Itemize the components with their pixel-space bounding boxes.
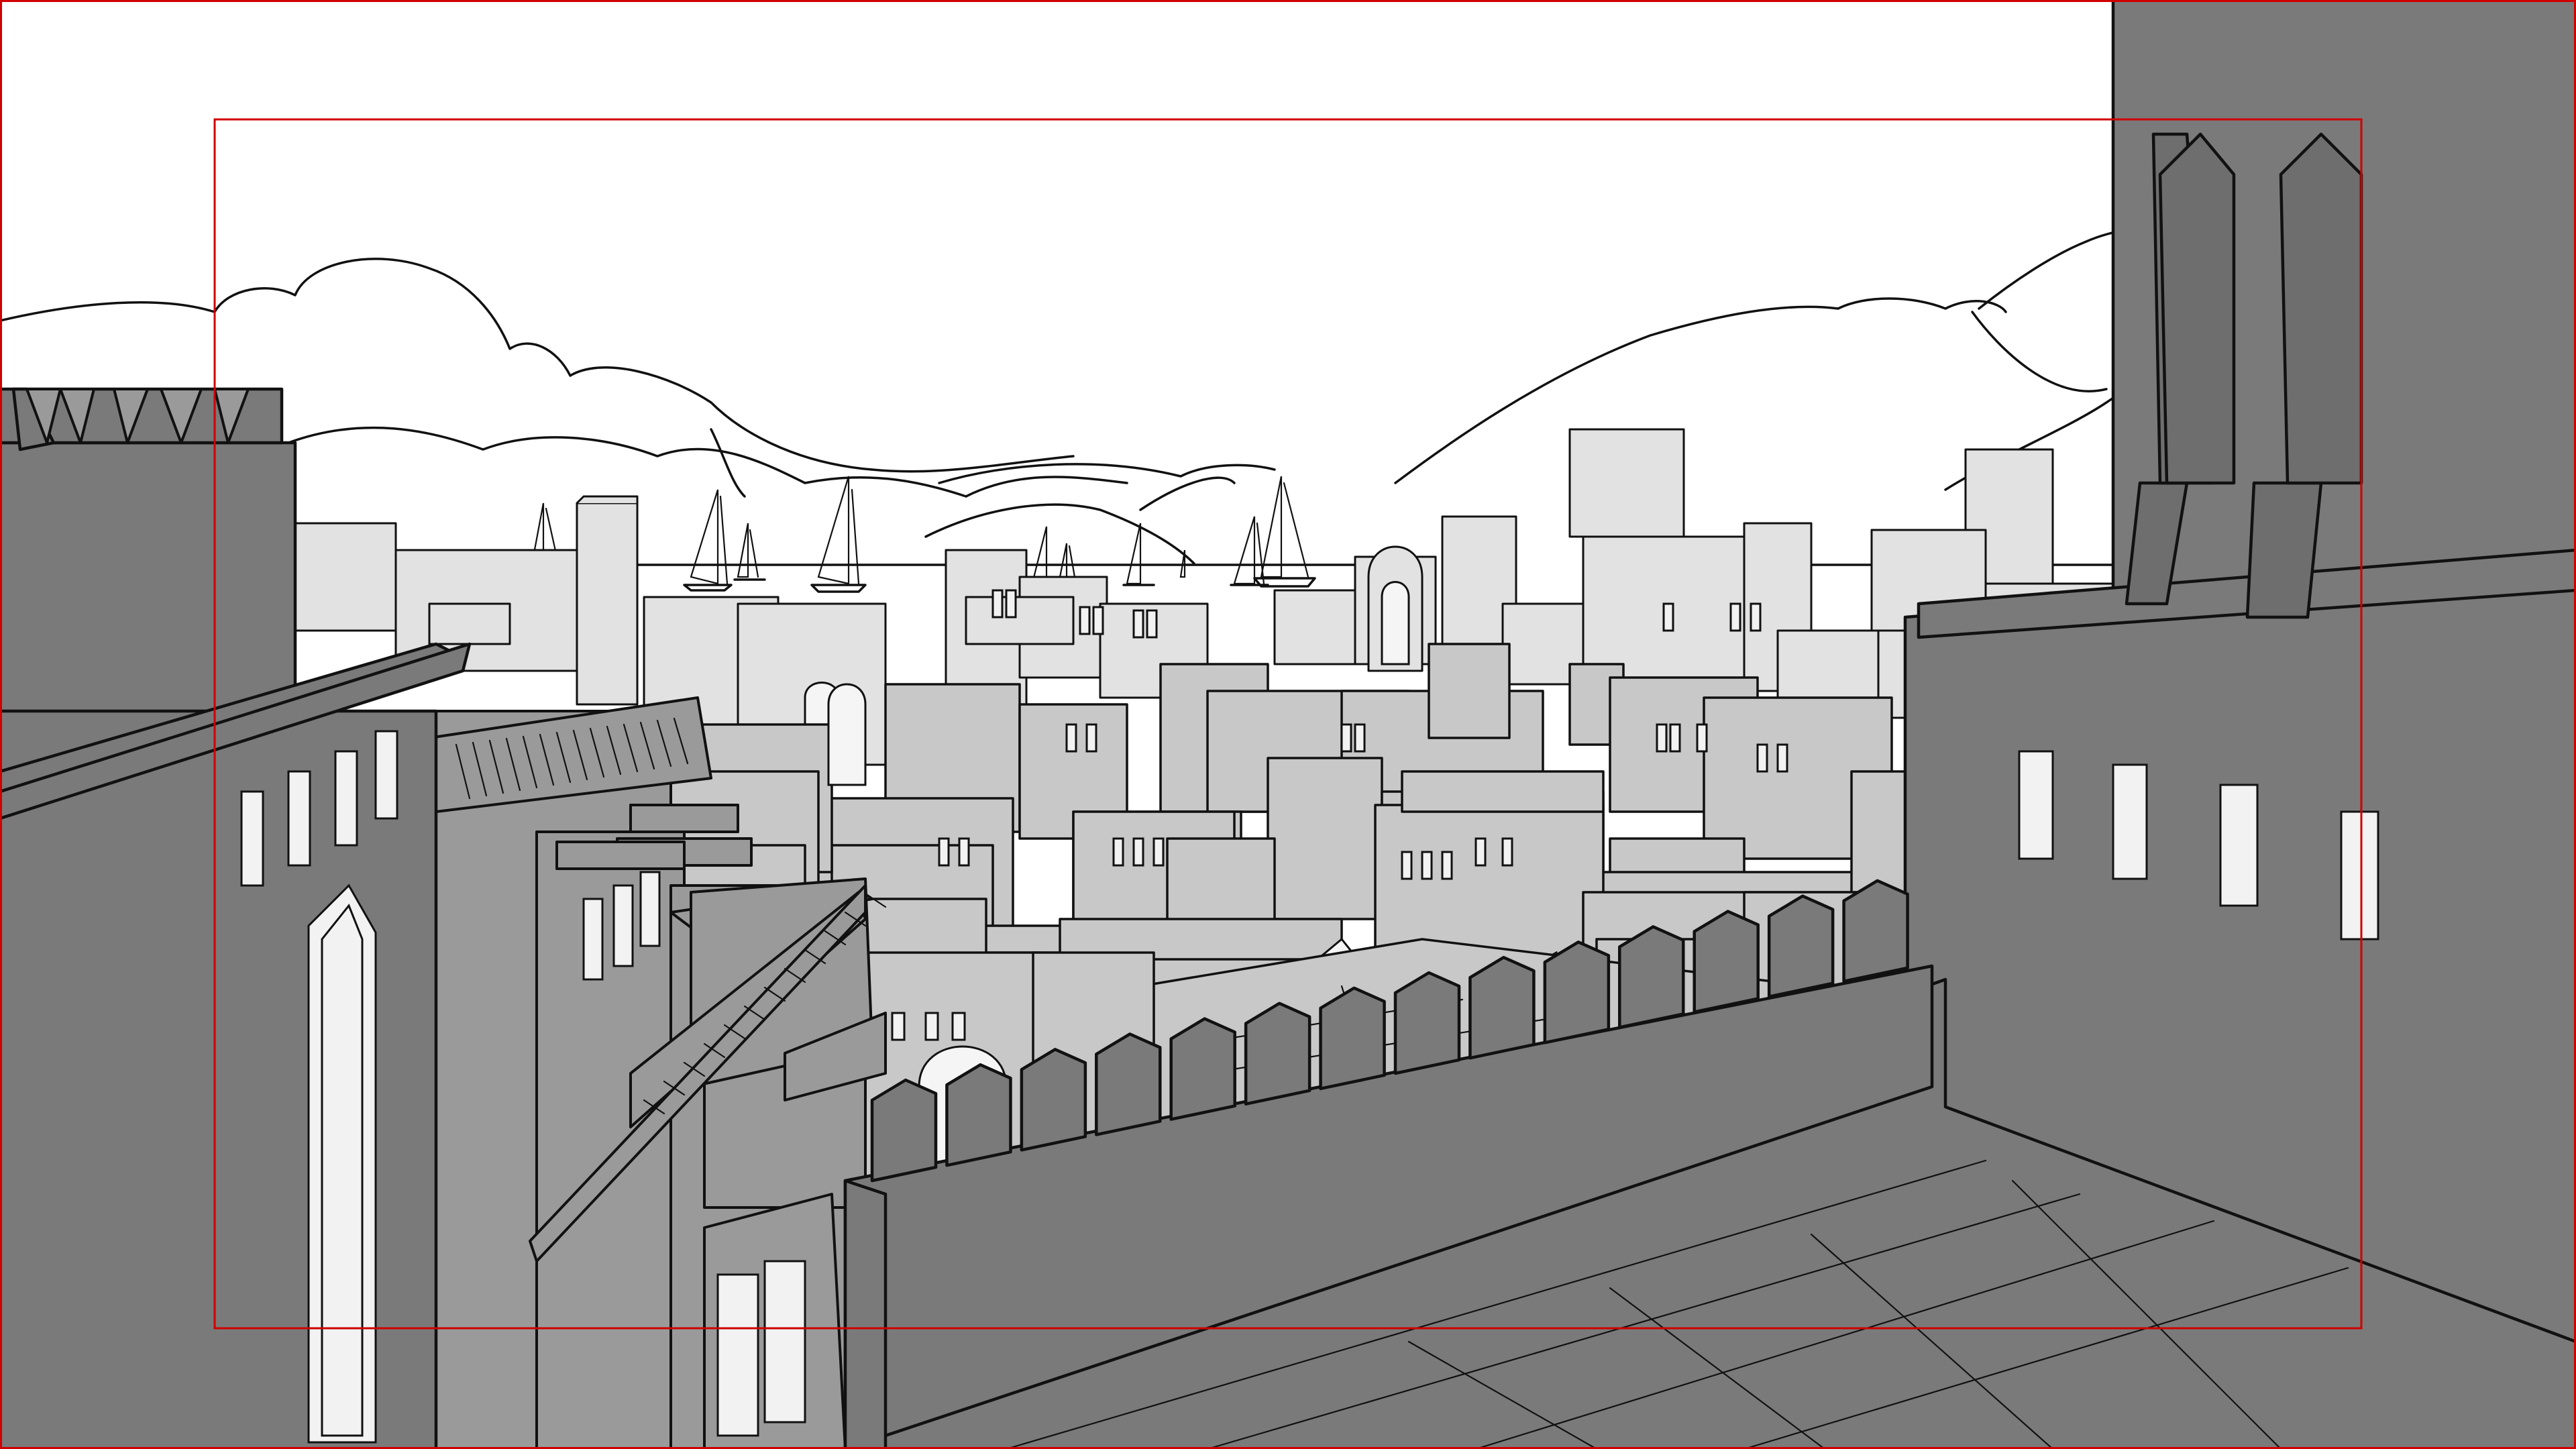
- merlon: [1393, 971, 1461, 1075]
- merlon: [945, 1063, 1012, 1167]
- window: [1401, 851, 1413, 880]
- window: [1112, 837, 1124, 867]
- window: [1474, 837, 1487, 867]
- window: [1776, 743, 1788, 773]
- window: [1354, 723, 1366, 753]
- window: [1132, 609, 1144, 639]
- merlon: [1767, 894, 1835, 998]
- merlon: [1244, 1002, 1311, 1106]
- merlon: [1319, 986, 1386, 1091]
- window: [991, 589, 1004, 619]
- window: [1340, 723, 1352, 753]
- merlon: [1543, 941, 1611, 1044]
- merlon: [1095, 1032, 1162, 1136]
- window: [1729, 602, 1741, 632]
- window: [1756, 743, 1768, 773]
- window: [1132, 837, 1144, 867]
- window: [1005, 589, 1017, 619]
- window: [1146, 609, 1158, 639]
- window: [1750, 602, 1762, 632]
- merlon: [1842, 879, 1909, 983]
- merlon: [1618, 925, 1685, 1029]
- window: [1696, 723, 1708, 753]
- merlon: [1169, 1017, 1236, 1121]
- window: [1421, 851, 1433, 880]
- window: [958, 837, 970, 867]
- merlon: [1468, 955, 1536, 1060]
- merlon: [1693, 910, 1760, 1014]
- merlon: [870, 1078, 938, 1183]
- window: [1092, 606, 1104, 635]
- window: [1079, 606, 1091, 635]
- window: [1656, 723, 1668, 753]
- window: [1441, 851, 1453, 880]
- window: [1152, 837, 1165, 867]
- window: [1085, 723, 1097, 753]
- window: [1501, 837, 1513, 867]
- city-sketch-illustration: [0, 0, 2576, 1449]
- window: [1662, 602, 1674, 632]
- window: [1669, 723, 1681, 753]
- storyboard-canvas: [0, 0, 2576, 1449]
- window: [1065, 723, 1077, 753]
- merlon: [1020, 1048, 1087, 1152]
- window: [938, 837, 950, 867]
